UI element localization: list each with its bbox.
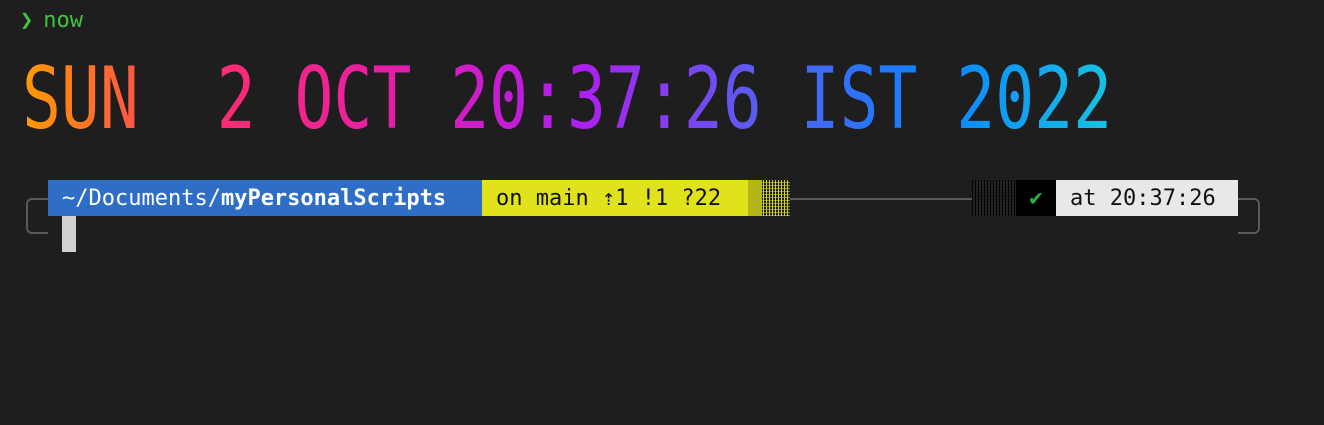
git-segment: on main ⇡1 !1 ?22: [482, 180, 748, 216]
git-status: on main ⇡1 !1 ?22: [496, 185, 722, 211]
success-check-icon: ✔: [1029, 185, 1043, 211]
time-label: at 20:37:26: [1070, 185, 1216, 211]
status-segment-fade: [972, 180, 1016, 216]
command-line: ❯ now: [20, 4, 83, 36]
command-text: now: [43, 7, 83, 33]
time-segment: at 20:37:26: [1056, 180, 1238, 216]
prompt-frame-left: [26, 198, 48, 234]
prompt-chevron-icon: ❯: [20, 7, 34, 33]
prompt-frame-right: [1238, 198, 1260, 234]
clock-output: SUN 2 OCT 20:37:26 IST 2022: [22, 44, 1122, 134]
prompt-filler-line: [790, 198, 972, 200]
git-segment-fade: [748, 180, 790, 216]
status-segment: ✔: [1016, 180, 1056, 216]
path-segment: ~/Documents/myPersonalScripts: [48, 180, 482, 216]
clock-text: SUN 2 OCT 20:37:26 IST 2022: [22, 49, 1112, 134]
path-current-dir: myPersonalScripts: [220, 185, 447, 211]
clock-display: SUN 2 OCT 20:37:26 IST 2022: [22, 49, 1112, 134]
terminal-cursor[interactable]: [62, 216, 76, 252]
path-prefix: ~/Documents/: [62, 185, 221, 211]
